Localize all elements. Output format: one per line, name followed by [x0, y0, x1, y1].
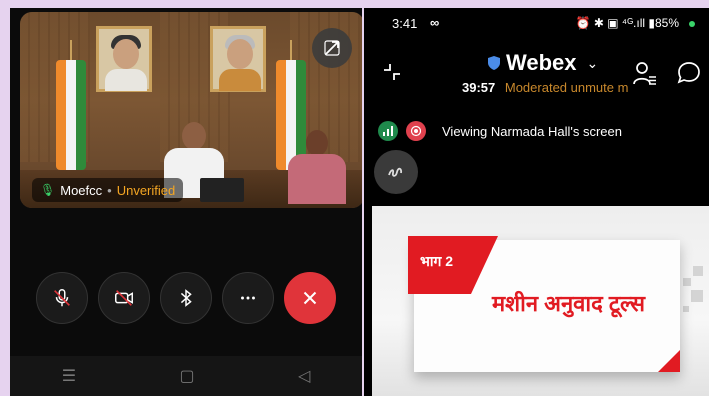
status-dot-icon [689, 21, 695, 27]
slide-tag-text: भाग 2 [420, 253, 454, 269]
chat-icon[interactable] [676, 60, 702, 86]
minimize-icon[interactable] [380, 60, 404, 84]
recording-icon [406, 121, 426, 141]
slide-tag: भाग 2 [408, 236, 498, 294]
mic-active-icon: 🎙 [40, 183, 56, 197]
close-icon [303, 291, 317, 305]
meeting-timer: 39:57 [462, 80, 496, 95]
laptop [200, 178, 244, 202]
home-icon[interactable]: ▢ [179, 366, 194, 386]
back-icon[interactable]: ◁ [298, 366, 310, 386]
bluetooth-icon [180, 289, 192, 307]
flag-icon [276, 40, 306, 208]
meeting-title[interactable]: Webex ⌄ [488, 50, 598, 76]
participant-name: Moefcc [60, 182, 103, 198]
status-icons: ⏰ ✱ ▣ ⁴ᴳ.ıll ▮85% [575, 16, 679, 30]
slide-title: मशीन अनुवाद टूल्स [492, 291, 646, 316]
participant-name-tag: 🎙 Moefcc • Unverified [32, 178, 184, 202]
infinity-icon: ∞ [430, 15, 440, 30]
participant-video[interactable]: 🎙 Moefcc • Unverified [20, 12, 362, 208]
signal-icon [378, 121, 398, 141]
portrait-right [210, 26, 266, 92]
video-off-icon [115, 290, 133, 306]
participant-status: Unverified [116, 182, 176, 198]
more-icon [241, 296, 255, 300]
status-time: 3:41 [392, 16, 418, 31]
video-button[interactable] [98, 272, 150, 324]
meeting-info: 39:57 Moderated unmute m [462, 80, 642, 95]
recent-apps-icon[interactable]: ☰ [62, 366, 76, 386]
chevron-down-icon: ⌄ [586, 54, 599, 71]
slide-corner [658, 350, 680, 372]
end-call-button[interactable] [284, 272, 336, 324]
portrait-left [96, 26, 152, 92]
flag-icon [56, 40, 86, 208]
participants-icon[interactable] [632, 60, 658, 88]
call-controls [10, 272, 362, 328]
sharing-indicator: Viewing Narmada Hall's screen [378, 120, 622, 142]
webex-app-panel: 3:41 ∞ ⏰ ✱ ▣ ⁴ᴳ.ıll ▮85% Webex ⌄ 39:57 M… [364, 8, 709, 396]
more-button[interactable] [222, 272, 274, 324]
shield-icon [488, 56, 500, 70]
mute-button[interactable] [36, 272, 88, 324]
slide-card: भाग 2 मशीन अनुवाद टूल्स [408, 236, 680, 372]
annotate-icon [388, 167, 403, 177]
android-nav-bar: ☰ ▢ ◁ [10, 356, 362, 396]
annotate-button[interactable] [374, 150, 418, 194]
app-name: Webex [506, 50, 577, 75]
expand-icon[interactable] [312, 28, 352, 68]
mic-off-icon [54, 289, 70, 307]
moderation-status: Moderated unmute m [504, 80, 629, 95]
bluetooth-button[interactable] [160, 272, 212, 324]
separator: • [107, 182, 112, 198]
shared-screen[interactable]: भाग 2 मशीन अनुवाद टूल्स [372, 206, 709, 396]
sharing-text: Viewing Narmada Hall's screen [442, 123, 622, 139]
meeting-view-panel: 🎙 Moefcc • Unverified ☰ ▢ ◁ [10, 8, 362, 396]
status-bar: 3:41 ∞ ⏰ ✱ ▣ ⁴ᴳ.ıll ▮85% [364, 15, 709, 36]
